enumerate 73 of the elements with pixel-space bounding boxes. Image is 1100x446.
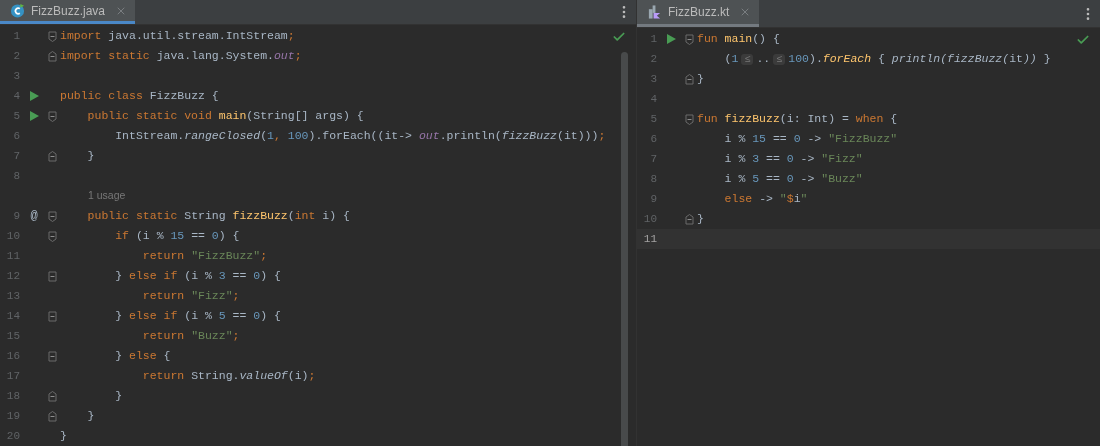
line-number: 4 bbox=[649, 91, 657, 107]
fold-marker-icon[interactable] bbox=[48, 270, 57, 282]
kotlin-file-icon bbox=[647, 4, 662, 20]
code-line: } bbox=[60, 428, 67, 445]
code-line: if (i % 15 == 0) { bbox=[114, 228, 240, 245]
line-number: 14 bbox=[5, 308, 20, 324]
code-line: fun main() { bbox=[697, 31, 780, 48]
fold-marker-icon[interactable] bbox=[48, 50, 57, 62]
check-icon[interactable] bbox=[612, 30, 626, 44]
code-line: fun fizzBuzz(i: Int) = when { bbox=[697, 111, 898, 128]
code-line: } bbox=[697, 71, 704, 88]
code-line: import java.util.stream.IntStream; bbox=[60, 28, 295, 45]
line-number: 7 bbox=[12, 148, 20, 164]
line-number: 16 bbox=[5, 348, 20, 364]
fold-marker-icon[interactable] bbox=[685, 33, 694, 45]
fold-marker-icon[interactable] bbox=[48, 210, 57, 222]
line-number: 3 bbox=[649, 71, 657, 87]
code-line: (1 ≤ .. ≤ 100).forEach { println(fizzBuzz(it)) } bbox=[723, 51, 1051, 68]
code-line: } bbox=[86, 408, 95, 425]
line-number: 10 bbox=[5, 228, 20, 244]
fold-marker-icon[interactable] bbox=[685, 73, 694, 85]
line-number: 11 bbox=[642, 231, 657, 247]
code-line: } else { bbox=[114, 348, 171, 365]
code-line: i % 5 == 0 -> "Buzz" bbox=[723, 171, 863, 188]
check-icon[interactable] bbox=[1076, 33, 1090, 47]
fold-marker-icon[interactable] bbox=[48, 150, 57, 162]
code-line: } bbox=[86, 148, 95, 165]
code-line: else -> "$i" bbox=[723, 191, 808, 208]
code-line: } bbox=[114, 388, 123, 405]
fold-marker-icon[interactable] bbox=[48, 390, 57, 402]
class-file-icon bbox=[10, 3, 25, 18]
code-line: return "Buzz"; bbox=[141, 328, 240, 345]
line-number: 10 bbox=[642, 211, 657, 227]
fold-marker-icon[interactable] bbox=[48, 110, 57, 122]
line-number: 19 bbox=[5, 408, 20, 424]
fold-marker-icon[interactable] bbox=[48, 30, 57, 42]
code-line: return "Fizz"; bbox=[141, 288, 240, 305]
code-line: public static String fizzBuzz(int i) { bbox=[86, 208, 350, 225]
code-line: return String.valueOf(i); bbox=[141, 368, 316, 385]
code-line: IntStream.rangeClosed(1, 100).forEach((it-> out.println(fizzBuzz(it))); bbox=[114, 128, 606, 145]
code-line: public class FizzBuzz { bbox=[60, 88, 219, 105]
fold-marker-icon[interactable] bbox=[48, 310, 57, 322]
override-marker[interactable]: @ bbox=[30, 207, 38, 225]
usage-hint[interactable]: 1 usage bbox=[88, 188, 126, 204]
tab-label: FizzBuzz.kt bbox=[668, 4, 730, 21]
code-line: i % 15 == 0 -> "FizzBuzz" bbox=[723, 131, 898, 148]
code-line: import static java.lang.System.out; bbox=[60, 48, 302, 65]
tab-label: FizzBuzz.java bbox=[31, 2, 106, 20]
line-number: 11 bbox=[5, 248, 20, 264]
fold-marker-icon[interactable] bbox=[48, 350, 57, 362]
code-line: public static void main(String[] args) { bbox=[86, 108, 364, 125]
editor-tab[interactable]: FizzBuzz.kt bbox=[637, 0, 760, 27]
line-number: 7 bbox=[649, 151, 657, 167]
line-number: 17 bbox=[5, 368, 20, 384]
line-number: 3 bbox=[12, 68, 20, 84]
editor-tab[interactable]: FizzBuzz.java bbox=[0, 0, 136, 24]
fold-marker-icon[interactable] bbox=[48, 410, 57, 422]
line-number: 12 bbox=[5, 268, 20, 284]
run-icon[interactable] bbox=[666, 34, 676, 44]
fold-marker-icon[interactable] bbox=[685, 213, 694, 225]
fold-marker-icon[interactable] bbox=[48, 230, 57, 242]
line-number: 13 bbox=[5, 288, 20, 304]
code-line: } else if (i % 5 == 0) { bbox=[114, 308, 281, 325]
line-number: 15 bbox=[5, 328, 20, 344]
line-number: 20 bbox=[5, 428, 20, 444]
line-number: 4 bbox=[12, 88, 20, 104]
scrollbar-thumb[interactable] bbox=[621, 52, 628, 446]
code-line: } else if (i % 3 == 0) { bbox=[114, 268, 281, 285]
fold-marker-icon[interactable] bbox=[685, 113, 694, 125]
code-line: i % 3 == 0 -> "Fizz" bbox=[723, 151, 863, 168]
line-number: 18 bbox=[5, 388, 20, 404]
code-line: } bbox=[697, 211, 704, 228]
code-line: return "FizzBuzz"; bbox=[141, 248, 268, 265]
